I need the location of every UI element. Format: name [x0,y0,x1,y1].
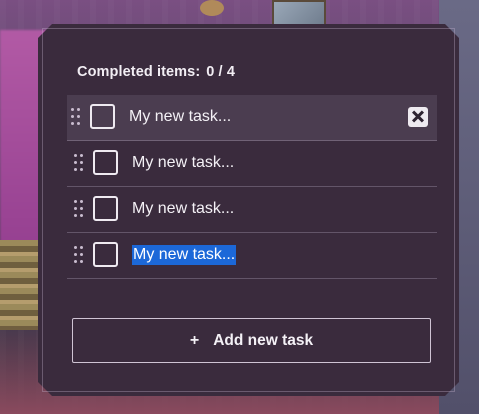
completed-label: Completed items: [77,64,201,80]
task-text[interactable]: My new task... [129,107,231,127]
completed-counter: Completed items: 0 / 4 [77,64,235,80]
drag-handle-icon[interactable] [71,108,81,126]
delete-icon[interactable] [408,107,428,127]
task-row[interactable]: My new task... [67,233,437,279]
task-checkbox[interactable] [93,196,118,221]
plus-icon: + [189,331,200,349]
drag-handle-icon[interactable] [74,154,84,172]
add-new-task-label: Add new task [213,331,314,349]
task-checkbox[interactable] [93,150,118,175]
add-new-task-button[interactable]: + Add new task [72,318,431,363]
task-text[interactable]: My new task... [132,199,234,219]
drag-handle-icon[interactable] [74,246,84,264]
task-text-input[interactable]: My new task... [132,245,237,265]
task-checkbox[interactable] [93,242,118,267]
task-text[interactable]: My new task... [132,153,234,173]
completed-count: 0 / 4 [206,64,235,80]
task-checkbox[interactable] [90,104,115,129]
task-row[interactable]: My new task... [67,141,437,187]
task-row[interactable]: My new task... [67,187,437,233]
task-row[interactable]: My new task... [67,95,437,141]
drag-handle-icon[interactable] [74,200,84,218]
